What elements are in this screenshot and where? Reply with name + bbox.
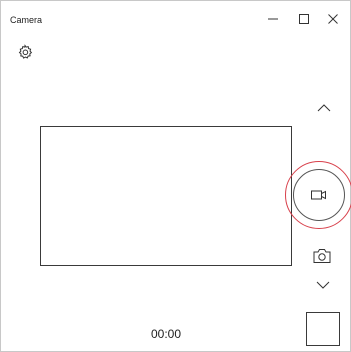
settings-button[interactable] — [15, 42, 35, 62]
camera-preview — [40, 126, 292, 266]
minimize-button[interactable] — [263, 9, 283, 29]
photo-camera-icon — [313, 249, 331, 263]
gear-icon — [18, 44, 33, 59]
title-bar: Camera — [1, 1, 350, 31]
photo-mode-button[interactable] — [311, 247, 333, 265]
chevron-up-icon — [317, 104, 331, 112]
close-icon — [328, 14, 338, 24]
scroll-down-button[interactable] — [314, 278, 332, 292]
maximize-icon — [299, 14, 309, 24]
scroll-up-button[interactable] — [315, 101, 333, 115]
last-capture-thumbnail[interactable] — [306, 312, 340, 346]
app-title: Camera — [10, 15, 43, 25]
maximize-button[interactable] — [294, 9, 314, 29]
camera-window: Camera 00:00 — [0, 0, 351, 352]
close-button[interactable] — [323, 9, 343, 29]
capture-video-button[interactable] — [293, 169, 345, 221]
video-camera-icon — [311, 190, 326, 200]
recording-timer: 00:00 — [150, 327, 182, 341]
chevron-down-icon — [316, 281, 330, 289]
minimize-icon — [268, 18, 278, 20]
